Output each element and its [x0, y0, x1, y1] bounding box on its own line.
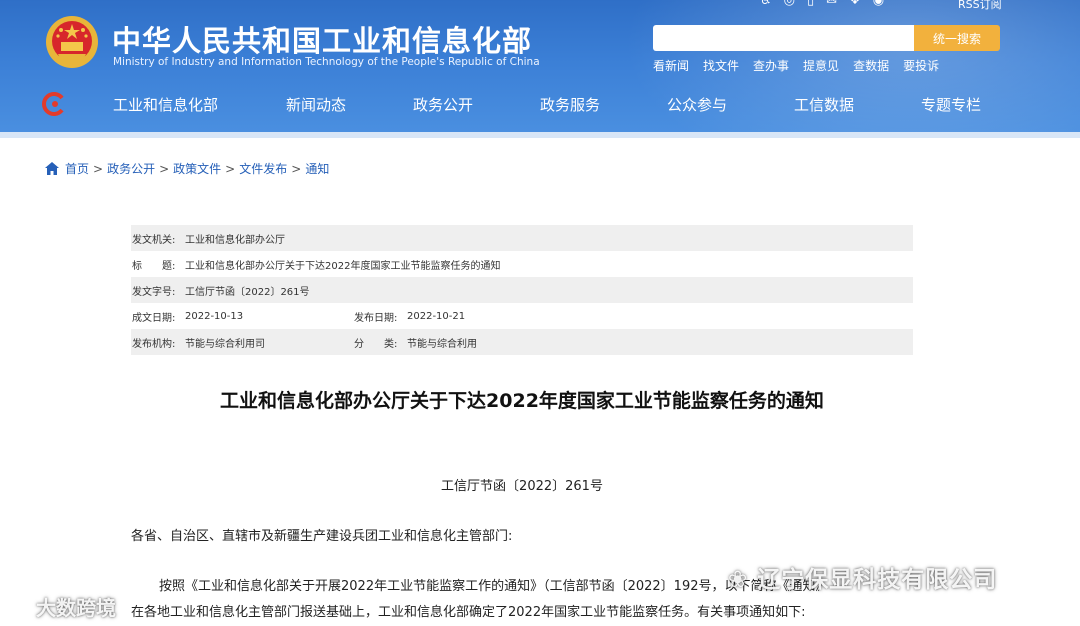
breadcrumb: 首页 > 政务公开 > 政策文件 > 文件发布 > 通知 — [45, 160, 329, 177]
company-watermark: ❀ 辽宁保显科技有限公司 — [728, 560, 997, 594]
rss-link[interactable]: RSS订阅 — [958, 0, 1002, 12]
breadcrumb-policy-files[interactable]: 政策文件 — [173, 160, 221, 177]
site-header: 中华人民共和国工业和信息化部 Ministry of Industry and … — [0, 0, 1080, 132]
nav-public-participation[interactable]: 公众参与 — [667, 94, 727, 115]
meta-label: 成文日期: — [132, 312, 176, 324]
quick-link-services[interactable]: 查办事 — [753, 57, 789, 74]
nav-miit[interactable]: 工业和信息化部 — [113, 94, 218, 115]
quick-link-complaint[interactable]: 要投诉 — [903, 57, 939, 74]
meta-row-issuer: 发文机关: 工业和信息化部办公厅 — [131, 225, 913, 251]
quick-links: 看新闻 找文件 查办事 提意见 查数据 要投诉 — [653, 57, 939, 74]
meta-label: 发布机构: — [132, 338, 176, 350]
mail-icon[interactable]: ✉ — [826, 0, 837, 8]
meta-label: 标 题: — [132, 260, 176, 272]
wechat-icon[interactable]: ❖ — [849, 0, 861, 8]
meta-row-org: 发布机构: 节能与综合利用司 分 类: 节能与综合利用 — [131, 329, 913, 355]
site-subtitle: Ministry of Industry and Information Tec… — [113, 56, 540, 68]
accessibility-icon[interactable]: ♿ — [760, 0, 772, 8]
weibo-icon[interactable]: ◉ — [873, 0, 884, 8]
nav-gov-services[interactable]: 政务服务 — [540, 94, 600, 115]
search-input[interactable] — [653, 25, 915, 51]
header-divider — [0, 132, 1080, 138]
nav-special-topics[interactable]: 专题专栏 — [921, 94, 981, 115]
breadcrumb-home[interactable]: 首页 — [65, 160, 89, 177]
wechat-watermark-icon: ❀ — [728, 567, 758, 593]
home-icon — [45, 162, 59, 175]
document-meta-table: 发文机关: 工业和信息化部办公厅 标 题: 工业和信息化部办公厅关于下达2022… — [131, 225, 913, 355]
document-title: 工业和信息化部办公厅关于下达2022年度国家工业节能监察任务的通知 — [220, 390, 824, 412]
brand-watermark-icon — [9, 598, 29, 614]
national-emblem-icon — [46, 16, 98, 68]
document-addressee: 各省、自治区、直辖市及新疆生产建设兵团工业和信息化主管部门: — [131, 529, 513, 544]
breadcrumb-separator: > — [159, 161, 170, 176]
meta-label: 发布日期: — [354, 312, 398, 324]
nav-gov-affairs[interactable]: 政务公开 — [413, 94, 473, 115]
breadcrumb-separator: > — [291, 161, 302, 176]
meta-value-published: 2022-10-21 — [407, 310, 466, 322]
breadcrumb-file-release[interactable]: 文件发布 — [239, 160, 287, 177]
meta-value-docno: 工信厅节函〔2022〕261号 — [185, 286, 310, 298]
nav-news[interactable]: 新闻动态 — [286, 94, 346, 115]
document-paragraph: 在各地工业和信息化主管部门报送基础上，工业和信息化部确定了2022年国家工业节能… — [131, 605, 806, 620]
quick-link-data[interactable]: 查数据 — [853, 57, 889, 74]
document-number: 工信厅节函〔2022〕261号 — [441, 479, 603, 494]
breadcrumb-separator: > — [93, 161, 104, 176]
brand-watermark: 大数跨境 — [8, 592, 116, 621]
meta-row-title: 标 题: 工业和信息化部办公厅关于下达2022年度国家工业节能监察任务的通知 — [131, 251, 913, 277]
company-watermark-text: 辽宁保显科技有限公司 — [757, 567, 998, 593]
breadcrumb-gov-affairs[interactable]: 政务公开 — [107, 160, 155, 177]
main-navigation: 工业和信息化部 新闻动态 政务公开 政务服务 公众参与 工信数据 专题专栏 — [0, 84, 1080, 126]
breadcrumb-separator: > — [225, 161, 236, 176]
quick-link-files[interactable]: 找文件 — [703, 57, 739, 74]
elder-mode-icon[interactable]: ◎ — [784, 0, 795, 8]
unified-search-button[interactable]: 统一搜索 — [914, 25, 1000, 51]
meta-value-issuer: 工业和信息化部办公厅 — [185, 234, 285, 246]
quick-link-news[interactable]: 看新闻 — [653, 57, 689, 74]
mobile-icon[interactable]: ▯ — [807, 0, 814, 8]
site-title[interactable]: 中华人民共和国工业和信息化部 — [112, 18, 532, 60]
meta-label: 发文机关: — [132, 234, 176, 246]
nav-data[interactable]: 工信数据 — [794, 94, 854, 115]
brand-watermark-text: 大数跨境 — [36, 596, 116, 620]
meta-value-created: 2022-10-13 — [185, 310, 244, 322]
top-utility-icons: ♿ ◎ ▯ ✉ ❖ ◉ — [760, 0, 884, 8]
meta-value-category: 节能与综合利用 — [407, 338, 477, 350]
breadcrumb-notice[interactable]: 通知 — [305, 160, 329, 177]
meta-label: 发文字号: — [132, 286, 176, 298]
meta-value-title: 工业和信息化部办公厅关于下达2022年度国家工业节能监察任务的通知 — [185, 260, 501, 272]
quick-link-feedback[interactable]: 提意见 — [803, 57, 839, 74]
meta-label: 分 类: — [354, 338, 398, 350]
meta-value-org: 节能与综合利用司 — [185, 338, 265, 350]
meta-row-dates: 成文日期: 2022-10-13 发布日期: 2022-10-21 — [131, 303, 913, 329]
meta-row-docno: 发文字号: 工信厅节函〔2022〕261号 — [131, 277, 913, 303]
